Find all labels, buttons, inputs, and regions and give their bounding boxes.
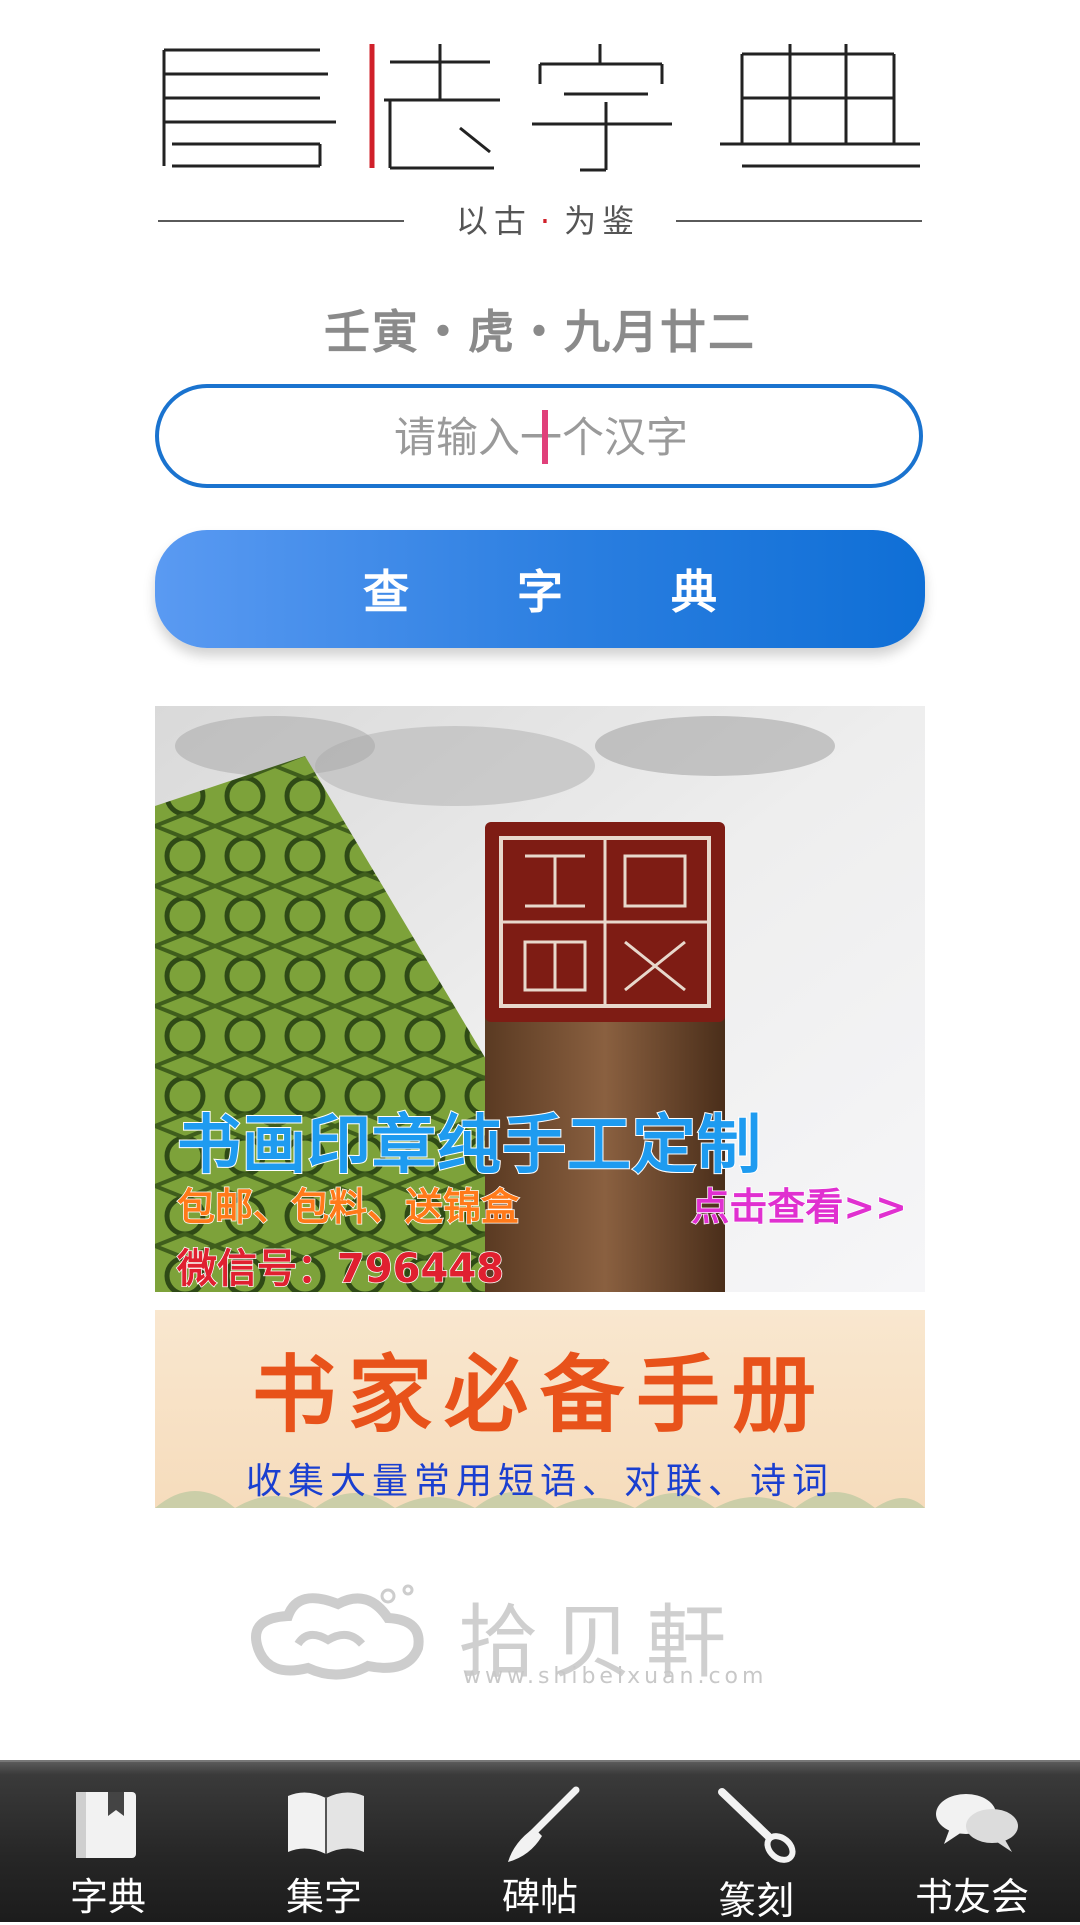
nav-item-seal-carving[interactable]: 篆刻 xyxy=(648,1762,864,1923)
nav-label: 集字 xyxy=(285,1875,362,1919)
nav-label: 篆刻 xyxy=(717,1879,794,1923)
ad-wechat: 微信号：796448 xyxy=(176,1245,505,1292)
brush-icon xyxy=(508,1786,580,1862)
tagline-divider-left xyxy=(158,220,404,222)
app-logo xyxy=(150,40,930,180)
handbook-ad-banner[interactable]: 书家必备手册 收集大量常用短语、对联、诗词 xyxy=(155,1310,925,1508)
cloud-logo-icon xyxy=(251,1584,424,1680)
tagline: 以古 · 为鉴 xyxy=(158,200,922,242)
chat-bubbles-icon xyxy=(936,1794,1018,1852)
handbook-ad-title: 书家必备手册 xyxy=(251,1346,828,1444)
carving-knife-icon xyxy=(718,1788,796,1863)
ad-title: 书画印章纯手工定制 xyxy=(176,1108,762,1184)
bottom-nav: 字典 集字 碑帖 篆刻 书友会 xyxy=(0,1760,1080,1923)
book-icon xyxy=(76,1792,136,1858)
brand-logo: 拾贝軒 www.shibeixuan.com xyxy=(238,1578,838,1689)
query-dictionary-button[interactable]: 查字典 xyxy=(155,530,925,648)
search-input[interactable] xyxy=(189,388,893,486)
nav-label: 碑帖 xyxy=(501,1875,578,1919)
tagline-text: 以古 · 为鉴 xyxy=(455,202,641,240)
text-cursor xyxy=(542,410,548,464)
nav-item-community[interactable]: 书友会 xyxy=(864,1762,1080,1922)
nav-item-collect[interactable]: 集字 xyxy=(216,1762,432,1922)
ad-subtitle: 包邮、包料、送锦盒 xyxy=(176,1184,520,1230)
search-box[interactable] xyxy=(155,384,923,488)
brand-url: www.shibeixuan.com xyxy=(463,1664,768,1689)
ad-view-link[interactable]: 点击查看>> xyxy=(691,1176,908,1231)
handbook-ad-subtitle: 收集大量常用短语、对联、诗词 xyxy=(245,1461,834,1502)
nav-item-rubbings[interactable]: 碑帖 xyxy=(432,1762,648,1922)
lunar-date: 壬寅・虎・九月廿二 xyxy=(324,305,756,359)
nav-label: 字典 xyxy=(69,1875,146,1919)
nav-item-dictionary[interactable]: 字典 xyxy=(0,1762,216,1922)
open-book-icon xyxy=(288,1792,364,1854)
tagline-divider-right xyxy=(676,220,922,222)
nav-label: 书友会 xyxy=(914,1875,1029,1919)
seal-ad-banner[interactable]: 书画印章纯手工定制 包邮、包料、送锦盒 点击查看>> 微信号：796448 xyxy=(155,706,925,1292)
